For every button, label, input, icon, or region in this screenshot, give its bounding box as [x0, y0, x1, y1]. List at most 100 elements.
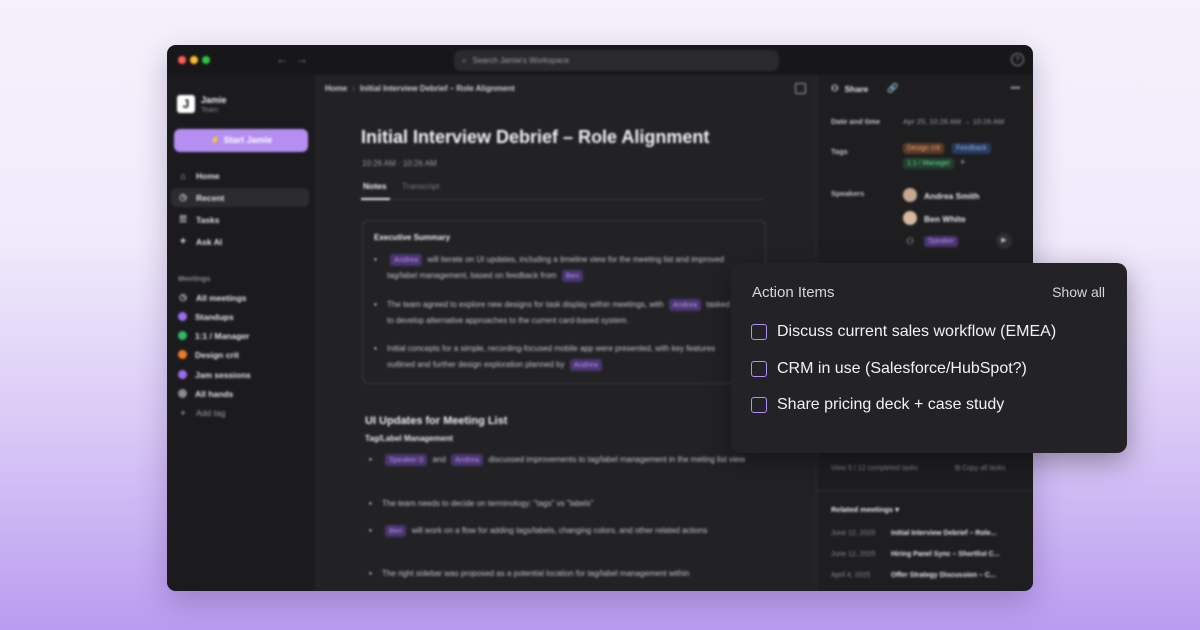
search-input[interactable]: ⌕ Search Jamie's Workspace	[454, 50, 779, 71]
notes-bullet: The right sidebar was proposed as a pote…	[369, 566, 759, 582]
sidebar-item-jam-sessions[interactable]: Jam sessions	[171, 365, 309, 384]
sidebar-item-design-crit[interactable]: Design crit	[171, 345, 309, 364]
page-title: Initial Interview Debrief – Role Alignme…	[361, 127, 710, 147]
sidebar-item-label: 1:1 / Manager	[195, 330, 250, 341]
sidebar-item-standups[interactable]: Standups	[171, 307, 309, 326]
start-jamie-button[interactable]: ⚡ Start Jamie	[174, 129, 308, 152]
summary-title: Executive Summary	[374, 233, 451, 242]
tag-design-crit[interactable]: Design crit	[903, 143, 945, 154]
minimize-window-button[interactable]	[190, 56, 198, 64]
tag-manager[interactable]: 1:1 / Manager	[903, 158, 955, 169]
bullet-text: The team needs to decide on terminology:…	[382, 499, 594, 508]
link-icon[interactable]: 🔗	[887, 83, 898, 94]
plus-icon: +	[180, 407, 186, 418]
breadcrumb-home[interactable]: Home	[325, 84, 347, 93]
sidebar-item-label: All meetings	[196, 292, 247, 303]
speakers-label: Speakers	[831, 189, 865, 198]
sidebar-item-manager[interactable]: 1:1 / Manager	[171, 326, 309, 345]
arrow-right-icon[interactable]: →	[296, 52, 308, 66]
speaker-pill[interactable]: Speaker 0	[385, 454, 428, 466]
speaker-pill[interactable]: Andrea	[451, 454, 484, 466]
add-tag-button[interactable]: + Add tag	[171, 403, 309, 422]
speaker-name[interactable]: Ben White	[924, 214, 966, 224]
play-icon[interactable]: ▶	[996, 233, 1012, 249]
show-all-link[interactable]: Show all	[1052, 284, 1105, 300]
speaker-pill[interactable]: Ben	[561, 270, 584, 282]
breadcrumb: Home › Initial Interview Debrief – Role Al…	[325, 84, 515, 93]
divider	[817, 490, 1033, 491]
sidebar-item-ask-ai[interactable]: ✦ Ask AI	[171, 232, 309, 251]
copy-icon: ⧉	[955, 465, 960, 472]
tasks-summary[interactable]: View 5 / 12 completed tasks	[831, 465, 918, 472]
subsection-heading: Tag/Label Management	[365, 434, 453, 443]
sidebar-item-label: Jam sessions	[195, 369, 251, 380]
action-items-card: Action Items Show all Discuss current sa…	[731, 263, 1127, 453]
add-tag-icon[interactable]: +	[960, 157, 965, 167]
related-meeting-row[interactable]: June 12, 2025 Hiring Panel Sync – Shortl…	[831, 551, 1021, 558]
checkbox[interactable]	[751, 361, 767, 377]
speaker-name[interactable]: Andrea Smith	[924, 191, 979, 201]
speaker-pill[interactable]: Andrea	[390, 254, 423, 266]
copy-tasks-button[interactable]: ⧉ Copy all tasks	[955, 465, 1006, 473]
bullet-text: and	[432, 455, 446, 464]
speaker-pill[interactable]: Speaker	[924, 236, 959, 247]
speaker-pill[interactable]: Ben	[385, 525, 407, 537]
maximize-window-button[interactable]	[202, 56, 210, 64]
help-icon[interactable]: ?	[1011, 53, 1024, 66]
add-tag-label: Add tag	[196, 407, 226, 418]
start-jamie-label: Start Jamie	[223, 135, 273, 145]
date-label: Date and time	[831, 117, 881, 126]
related-meetings-toggle[interactable]: Related meetings ▾	[831, 505, 899, 514]
action-item-label: Share pricing deck + case study	[777, 396, 1005, 413]
avatar	[903, 188, 917, 202]
workspace-subtitle: Team	[201, 107, 219, 114]
bullet-text: discussed improvements to tag/label mana…	[488, 455, 746, 464]
speaker-pill[interactable]: Andrea	[569, 359, 602, 371]
search-icon: ⌕	[462, 55, 467, 65]
sidebar-item-tasks[interactable]: ☰ Tasks	[171, 210, 309, 229]
share-button[interactable]: ⚇ Share	[831, 83, 868, 94]
meeting-time: 10:26 AM · 10:26 AM	[362, 159, 437, 168]
user-add-icon: ⚇	[831, 83, 839, 93]
notes-bullet: Ben will work on a flow for adding tags/…	[369, 523, 749, 539]
bullet-text: The team agreed to explore new designs f…	[387, 300, 664, 309]
clock-icon: ◷	[179, 192, 187, 202]
related-meeting-row[interactable]: June 12, 2025 Initial Interview Debrief …	[831, 530, 1021, 537]
bullet-text: The right sidebar was proposed as a pote…	[382, 569, 690, 578]
action-item[interactable]: Discuss current sales workflow (EMEA)	[751, 323, 1056, 341]
sidebar-item-home[interactable]: ⌂ Home	[171, 166, 309, 185]
workspace-name[interactable]: Jamie	[201, 95, 227, 105]
checkbox[interactable]	[751, 324, 767, 340]
arrow-left-icon[interactable]: ←	[276, 52, 288, 66]
related-title: Initial Interview Debrief – Role...	[891, 530, 997, 537]
tab-notes[interactable]: Notes	[363, 181, 387, 191]
action-item[interactable]: CRM in use (Salesforce/HubSpot?)	[751, 360, 1027, 378]
sidebar: J Jamie Team ⚡ Start Jamie ⌂ Home ◷ Rece…	[167, 75, 315, 591]
sidebar-item-all-meetings[interactable]: ◷ All meetings	[171, 288, 309, 307]
clock-icon: ◷	[179, 292, 187, 302]
action-item[interactable]: Share pricing deck + case study	[751, 396, 1004, 414]
checkbox[interactable]	[751, 397, 767, 413]
tag-color-dot	[178, 350, 187, 359]
more-icon[interactable]: •••	[1011, 83, 1020, 93]
workspace-logo[interactable]: J	[177, 95, 195, 113]
section-heading: UI Updates for Meeting List	[365, 415, 508, 427]
action-item-label: CRM in use (Salesforce/HubSpot?)	[777, 360, 1027, 377]
related-date: June 12, 2025	[831, 530, 876, 537]
bullet-text: will iterate on UI updates, including a …	[387, 255, 725, 280]
sidebar-item-recent[interactable]: ◷ Recent	[171, 188, 309, 207]
sidebar-toggle-icon[interactable]	[795, 83, 806, 94]
close-window-button[interactable]	[178, 56, 186, 64]
active-tab-indicator	[361, 198, 390, 200]
tag-feedback[interactable]: Feedback	[952, 143, 991, 154]
speaker-pill[interactable]: Andrea	[668, 299, 702, 311]
sidebar-item-label: All hands	[195, 388, 234, 399]
executive-summary-card: Executive Summary Andrea will iterate on…	[362, 220, 766, 384]
related-meeting-row[interactable]: April 4, 2025 Offer Strategy Discussion …	[831, 572, 1021, 579]
tab-transcript[interactable]: Transcript	[402, 181, 439, 191]
home-icon: ⌂	[180, 170, 186, 181]
sidebar-item-label: Tasks	[196, 214, 220, 225]
tag-color-dot	[178, 370, 187, 379]
action-item-label: Discuss current sales workflow (EMEA)	[777, 323, 1057, 340]
sidebar-item-all-hands[interactable]: All hands	[171, 384, 309, 403]
